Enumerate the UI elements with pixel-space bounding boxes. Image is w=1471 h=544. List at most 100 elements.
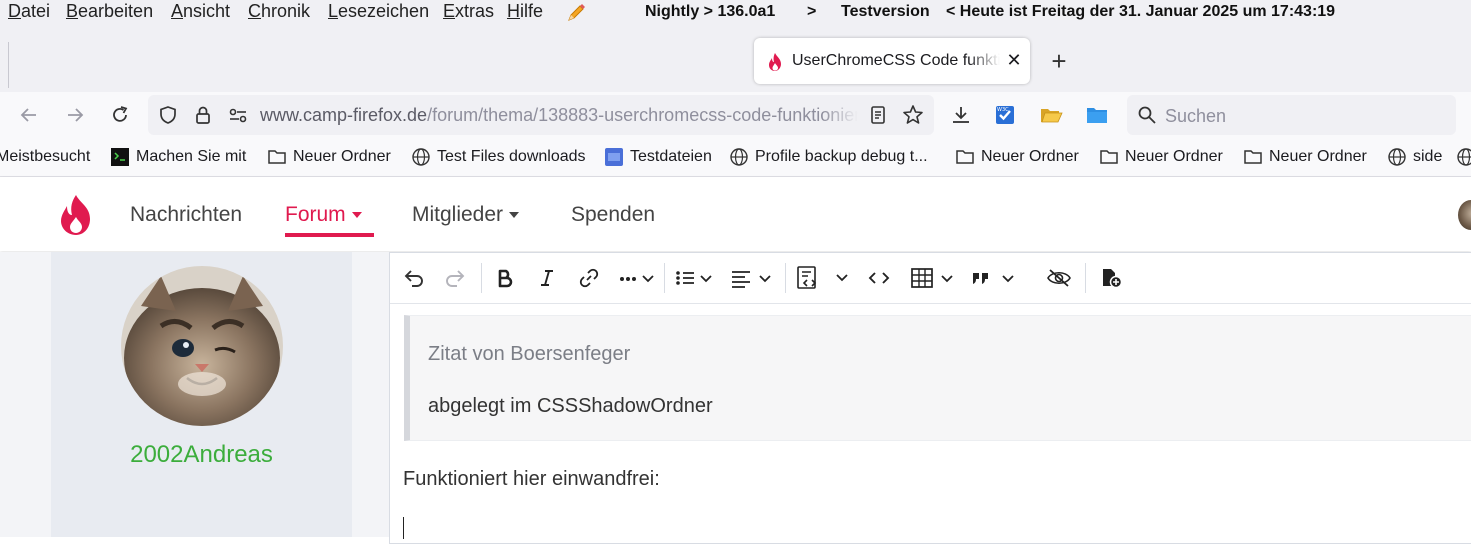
bookmark-testdateien[interactable]: Testdateien <box>604 147 712 167</box>
tab-title: UserChromeCSS Code funktioniert <box>792 52 1000 69</box>
italic-icon <box>541 270 553 286</box>
w3c-validator-button[interactable]: W3C <box>990 100 1020 130</box>
code-template-button[interactable] <box>793 266 823 290</box>
search-bar[interactable]: Suchen <box>1127 95 1456 135</box>
site-logo-flame-icon[interactable] <box>54 193 98 237</box>
menu-chronik[interactable]: Chronik <box>248 0 310 22</box>
editor-paragraph[interactable]: Funktioniert hier einwandfrei: <box>403 467 660 491</box>
permissions-icon[interactable] <box>228 105 248 125</box>
link-icon <box>579 268 599 288</box>
code-brackets-icon <box>868 272 890 284</box>
arrow-left-icon <box>20 108 36 122</box>
quote-chevron-icon <box>973 273 1014 284</box>
globe-icon <box>1388 148 1406 166</box>
menu-datei[interactable]: Datei <box>8 0 50 22</box>
window-title-version: Testversion <box>841 3 930 20</box>
search-input[interactable]: Suchen <box>1165 105 1226 127</box>
pencil-icon[interactable] <box>566 2 586 24</box>
undo-button[interactable] <box>402 266 426 290</box>
chevron-down-icon <box>836 274 848 282</box>
url-text[interactable]: www.camp-firefox.de/forum/thema/138883-u… <box>260 104 858 126</box>
align-left-chevron-icon <box>732 271 771 288</box>
folder-icon <box>956 150 974 164</box>
link-button[interactable] <box>577 266 601 290</box>
folder-icon <box>268 150 286 164</box>
menu-hilfe[interactable]: Hilfe <box>507 0 543 22</box>
svg-text:W3C: W3C <box>997 107 1009 113</box>
folder-icon <box>1100 150 1118 164</box>
globe-icon <box>1457 148 1471 166</box>
bookmark-folder[interactable]: Neuer Ordner <box>267 147 391 167</box>
bookmark-folder[interactable]: Neuer Ordner <box>1243 147 1367 167</box>
redo-button[interactable] <box>443 266 467 290</box>
quote-button[interactable] <box>970 266 1016 290</box>
bookmarks-toolbar: Meistbesucht Machen Sie mit Neuer Ordner… <box>0 138 1471 177</box>
eye-slash-icon <box>1047 269 1071 287</box>
star-bookmark-icon[interactable] <box>902 104 924 126</box>
list-button[interactable] <box>674 266 716 290</box>
bookmark-meistbesucht[interactable]: Meistbesucht <box>0 147 90 167</box>
open-folder-icon <box>1041 109 1063 123</box>
tab-active[interactable]: UserChromeCSS Code funktioniert ✕ <box>754 38 1030 84</box>
bookmark-side[interactable]: side <box>1387 147 1442 167</box>
downloads-button[interactable] <box>946 100 976 130</box>
forward-button[interactable] <box>60 100 90 130</box>
tab-strip: UserChromeCSS Code funktioniert ✕ + <box>0 34 1471 92</box>
download-icon <box>953 107 969 123</box>
bold-button[interactable] <box>493 266 517 290</box>
nav-forum[interactable]: Forum <box>285 203 362 227</box>
spoiler-button[interactable] <box>1045 266 1073 290</box>
toolbar-separator <box>481 263 482 293</box>
code-document-icon <box>797 266 817 289</box>
more-formatting-button[interactable] <box>618 266 658 290</box>
table-button[interactable] <box>910 266 958 290</box>
username-link[interactable]: 2002Andreas <box>51 440 352 470</box>
flame-favicon-icon <box>769 53 781 71</box>
bookmark-profile-backup[interactable]: Profile backup debug t... <box>729 147 928 167</box>
message-editor[interactable]: Zitat von Boersenfeger abgelegt im CSSSh… <box>389 252 1471 544</box>
avatar[interactable] <box>121 266 283 426</box>
kitten-avatar-image <box>121 266 283 426</box>
arrow-right-icon <box>68 108 84 122</box>
w3c-validator-icon: W3C <box>996 106 1014 124</box>
menu-lesezeichen[interactable]: Lesezeichen <box>328 0 429 22</box>
folder-button[interactable] <box>1082 100 1112 130</box>
menu-extras[interactable]: Extras <box>443 0 494 22</box>
url-bar[interactable]: www.camp-firefox.de/forum/thema/138883-u… <box>148 95 934 135</box>
menu-ansicht[interactable]: Ansicht <box>171 0 230 22</box>
shield-icon[interactable] <box>158 105 178 125</box>
attachment-button[interactable] <box>1099 266 1125 290</box>
bookmark-folder[interactable]: Neuer Ordner <box>955 147 1079 167</box>
bookmark-folder[interactable]: Neuer Ordner <box>1099 147 1223 167</box>
code-template-dropdown[interactable] <box>832 266 852 290</box>
ellipsis-chevron-icon <box>620 275 654 283</box>
quote-author: Zitat von Boersenfeger <box>428 343 631 365</box>
tab-close-icon[interactable]: ✕ <box>1004 50 1024 70</box>
back-button[interactable] <box>14 100 44 130</box>
open-folder-button[interactable] <box>1036 100 1066 130</box>
caret-down-icon <box>351 212 362 219</box>
italic-button[interactable] <box>535 266 559 290</box>
globe-icon <box>730 148 748 166</box>
bookmark-machen-sie-mit[interactable]: Machen Sie mit <box>110 147 246 167</box>
menu-bar: Datei Bearbeiten Ansicht Chronik Lesezei… <box>0 0 1471 34</box>
nav-nachrichten[interactable]: Nachrichten <box>130 203 242 227</box>
nav-mitglieder[interactable]: Mitglieder <box>412 203 520 227</box>
reload-icon <box>113 106 128 122</box>
file-add-icon <box>1103 269 1123 289</box>
nav-spenden[interactable]: Spenden <box>571 203 655 227</box>
new-tab-button[interactable]: + <box>1046 48 1072 74</box>
inline-code-button[interactable] <box>866 266 892 290</box>
bookmark-overflow[interactable] <box>1456 147 1471 167</box>
align-button[interactable] <box>730 266 776 290</box>
folder-icon <box>1244 150 1262 164</box>
window-title-app: Nightly > 136.0a1 <box>645 3 776 20</box>
active-nav-underline <box>285 233 374 237</box>
bookmark-test-files[interactable]: Test Files downloads <box>411 147 586 167</box>
globe-icon <box>412 148 430 166</box>
table-chevron-icon <box>911 268 953 288</box>
menu-bearbeiten[interactable]: Bearbeiten <box>66 0 153 22</box>
reader-view-icon[interactable] <box>868 105 888 125</box>
lock-icon[interactable] <box>194 105 212 125</box>
reload-button[interactable] <box>105 100 135 130</box>
